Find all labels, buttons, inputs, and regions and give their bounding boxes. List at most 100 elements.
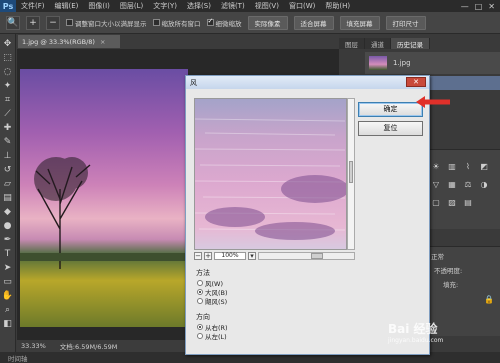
- menu-help[interactable]: 帮助(H): [320, 1, 355, 11]
- resize-windows-box[interactable]: [66, 19, 73, 26]
- curves-icon[interactable]: ⌇: [463, 162, 473, 172]
- minimize-button[interactable]: —: [461, 2, 469, 11]
- zoom-in-button[interactable]: +: [204, 251, 212, 260]
- dodge-tool-icon[interactable]: ●: [2, 220, 14, 232]
- type-tool-icon[interactable]: T: [2, 248, 14, 260]
- zoom-tool-sidebar-icon[interactable]: ⌕: [2, 304, 14, 316]
- tab-channels[interactable]: 通道: [365, 38, 391, 49]
- zoom-level[interactable]: 33.33%: [21, 342, 46, 350]
- menu-view[interactable]: 视图(V): [250, 1, 284, 11]
- brightness-icon[interactable]: ☀: [431, 162, 441, 172]
- snapshot-thumbnail: [369, 56, 387, 70]
- direction-group: 方向 从右(R) 从左(L): [194, 312, 362, 344]
- preview-hscroll-thumb[interactable]: [311, 252, 323, 259]
- radio-from-left-dot[interactable]: [197, 333, 203, 339]
- fill-label: 填充:: [443, 281, 459, 289]
- vibrance-icon[interactable]: ▽: [431, 180, 441, 190]
- color-swatch-icon[interactable]: ◧: [2, 318, 14, 330]
- window-controls: — □ ✕: [461, 2, 500, 11]
- opacity-label: 不透明度:: [434, 267, 463, 275]
- print-size-button[interactable]: 打印尺寸: [385, 15, 426, 30]
- zoom-all-windows-checkbox[interactable]: 缩放所有窗口: [152, 18, 201, 28]
- gradient-map-icon[interactable]: ▤: [463, 198, 473, 208]
- brush-tool-icon[interactable]: ✎: [2, 136, 14, 148]
- options-bar: 🔍 + − 调整窗口大小以满屏显示 缩放所有窗口 细微缩放 实际像素 适合屏幕 …: [0, 12, 500, 34]
- clone-stamp-icon[interactable]: ⊥: [2, 150, 14, 162]
- maximize-button[interactable]: □: [475, 2, 483, 11]
- scrubby-zoom-box[interactable]: [206, 17, 214, 26]
- preview-vscroll-thumb[interactable]: [349, 161, 353, 183]
- lasso-tool-icon[interactable]: ◌: [2, 66, 14, 78]
- menu-filter[interactable]: 滤镜(T): [216, 1, 250, 11]
- crop-tool-icon[interactable]: ⌗: [2, 94, 14, 106]
- threshold-icon[interactable]: ▨: [447, 198, 457, 208]
- menu-type[interactable]: 文字(Y): [148, 1, 182, 11]
- menu-file[interactable]: 文件(F): [16, 1, 50, 11]
- levels-icon[interactable]: ▥: [447, 162, 457, 172]
- zoom-in-icon[interactable]: +: [26, 15, 40, 30]
- menu-layer[interactable]: 图层(L): [115, 1, 148, 11]
- move-tool-icon[interactable]: ✥: [2, 38, 14, 50]
- reset-button[interactable]: 复位: [358, 121, 423, 136]
- marquee-tool-icon[interactable]: ⬚: [2, 52, 14, 64]
- zoom-all-box[interactable]: [152, 19, 160, 26]
- close-document-icon[interactable]: ×: [100, 38, 105, 46]
- resize-windows-checkbox[interactable]: 调整窗口大小以满屏显示: [66, 18, 147, 28]
- shape-tool-icon[interactable]: ▭: [2, 276, 14, 288]
- blend-mode[interactable]: 正常: [431, 251, 444, 261]
- zoom-out-button[interactable]: −: [194, 251, 202, 260]
- hue-icon[interactable]: ▦: [447, 180, 457, 190]
- exposure-icon[interactable]: ◩: [479, 162, 489, 172]
- preview-horizontal-scrollbar[interactable]: [258, 251, 355, 260]
- history-snapshot[interactable]: 1.jpg: [365, 52, 500, 74]
- hand-tool-icon[interactable]: ✋: [2, 290, 14, 302]
- radio-stagger[interactable]: 飓风(S): [197, 296, 227, 306]
- dialog-close-button[interactable]: ✕: [406, 77, 426, 87]
- close-app-button[interactable]: ✕: [488, 2, 495, 11]
- pen-tool-icon[interactable]: ✒: [2, 234, 14, 246]
- radio-from-left[interactable]: 从左(L): [197, 331, 227, 341]
- color-balance-icon[interactable]: ⚖: [463, 180, 473, 190]
- path-select-icon[interactable]: ➤: [2, 262, 14, 274]
- document-size: 文档:6.59M/6.59M: [59, 343, 118, 351]
- gradient-tool-icon[interactable]: ▤: [2, 192, 14, 204]
- menu-image[interactable]: 图像(I): [83, 1, 115, 11]
- tools-panel: ✥ ⬚ ◌ ✦ ⌗ ⟋ ✚ ✎ ⊥ ↺ ▱ ▤ ◆ ● ✒ T ➤ ▭ ✋ ⌕ …: [0, 34, 16, 352]
- radio-blast-dot[interactable]: [197, 289, 203, 295]
- dialog-title: 风: [190, 78, 197, 87]
- eyedropper-icon[interactable]: ⟋: [2, 108, 14, 120]
- dialog-titlebar[interactable]: 风: [186, 76, 429, 89]
- menu-select[interactable]: 选择(S): [182, 1, 216, 11]
- blur-tool-icon[interactable]: ◆: [2, 206, 14, 218]
- radio-from-right-dot[interactable]: [197, 324, 203, 330]
- fill-screen-button[interactable]: 填充屏幕: [339, 15, 380, 30]
- healing-brush-icon[interactable]: ✚: [2, 122, 14, 134]
- radio-stagger-label: 飓风(S): [205, 298, 228, 306]
- document-tab[interactable]: 1.jpg @ 33.3%(RGB/8) ×: [18, 35, 120, 48]
- history-brush-icon[interactable]: ↺: [2, 164, 14, 176]
- preview-zoom-controls: − + 100% ▾: [194, 251, 355, 260]
- zoom-dropdown-icon[interactable]: ▾: [248, 251, 256, 260]
- radio-wind-dot[interactable]: [197, 280, 203, 286]
- channel-mixer-icon[interactable]: ◑: [479, 180, 489, 190]
- zoom-value[interactable]: 100%: [214, 251, 246, 260]
- ok-button[interactable]: 确定: [358, 102, 423, 117]
- scrubby-zoom-label: 细微缩放: [215, 19, 242, 28]
- zoom-out-icon[interactable]: −: [46, 15, 60, 30]
- zoom-tool-icon[interactable]: 🔍: [6, 15, 20, 30]
- menu-window[interactable]: 窗口(W): [284, 1, 320, 11]
- photo-filter-icon[interactable]: ▢: [431, 198, 441, 208]
- filter-preview[interactable]: [194, 98, 347, 250]
- timeline-label[interactable]: 时间轴: [8, 353, 28, 363]
- fit-screen-button[interactable]: 适合屏幕: [293, 15, 334, 30]
- tab-layers[interactable]: 图层: [339, 38, 365, 49]
- watermark-text: Bai 经验: [388, 322, 438, 336]
- scrubby-zoom-checkbox[interactable]: 细微缩放: [206, 17, 242, 28]
- magic-wand-icon[interactable]: ✦: [2, 80, 14, 92]
- radio-stagger-dot[interactable]: [197, 298, 203, 304]
- preview-vertical-scrollbar[interactable]: [347, 98, 355, 250]
- actual-pixels-button[interactable]: 实际像素: [247, 15, 288, 30]
- menu-edit[interactable]: 编辑(E): [50, 1, 84, 11]
- eraser-icon[interactable]: ▱: [2, 178, 14, 190]
- tab-history[interactable]: 历史记录: [391, 38, 430, 49]
